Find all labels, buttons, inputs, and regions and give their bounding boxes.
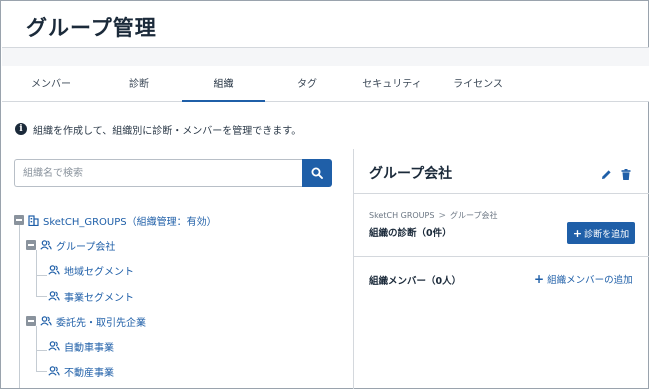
tree-item[interactable]: 事業セグメント [48,287,134,305]
plus-icon: + [534,272,545,286]
group-title: グループ会社 [369,166,453,182]
add-diagnosis-label: 診断を追加 [584,229,630,240]
tree-connector [36,296,47,297]
breadcrumb-item[interactable]: SketCH GROUPS [369,211,434,220]
header-gap [2,48,649,66]
search-button[interactable] [302,159,332,187]
add-member-link[interactable]: + 組織メンバーの追加 [534,272,633,286]
tree-item[interactable]: 自動車事業 [48,337,114,355]
diagnosis-count-label: 組織の診断（0件） [369,228,452,239]
tree-item-label: 事業セグメント [64,292,134,304]
users-icon [48,341,60,351]
members-count-label: 組織メンバー（0人） [369,276,462,287]
building-icon [28,214,39,226]
collapse-icon[interactable] [26,240,36,250]
collapse-icon[interactable] [26,316,36,326]
tree-item[interactable]: 地域セグメント [48,261,134,279]
pencil-icon[interactable] [601,165,612,184]
tree-root[interactable]: SketCH_GROUPS（組織管理：有効） [14,211,217,229]
chevron-right-icon: > [438,210,446,221]
users-icon [40,316,52,326]
breadcrumb-item: グループ会社 [450,211,498,220]
tree-group[interactable]: 委託先・取引先企業 [26,312,146,330]
add-diagnosis-button[interactable]: + 診断を追加 [567,222,635,244]
tab-organization[interactable]: 組織 [182,66,265,102]
tree-root-label: SketCH_GROUPS（組織管理：有効） [43,216,217,228]
page-header: グループ管理 [2,2,649,48]
users-icon [40,240,52,250]
tab-tags[interactable]: タグ [272,66,342,102]
breadcrumb: SketCH GROUPS > グループ会社 [369,210,498,221]
search-icon [311,167,323,179]
tree-group[interactable]: グループ会社 [26,236,115,254]
tree-connector [36,326,37,372]
tab-diagnosis[interactable]: 診断 [104,66,174,102]
info-message: i 組織を作成して、組織別に診断・メンバーを管理できます。 [15,122,302,137]
tree-item-label: 自動車事業 [64,342,114,354]
org-search [14,159,332,187]
users-icon [48,291,60,301]
tree-item-label: 不動産事業 [64,367,114,379]
tree-connector [36,275,47,276]
app-frame: グループ管理 メンバー 診断 組織 タグ セキュリティ ライセンス i 組織を作… [0,0,649,389]
collapse-icon[interactable] [14,215,24,225]
page-title: グループ管理 [26,16,157,40]
tree-connector [36,350,47,351]
tree-connector [19,225,20,388]
group-detail-panel: グループ会社 SketCH GROUPS > グループ会社 組織の診断（0件） … [354,149,649,389]
tree-connector [36,250,37,297]
info-text: 組織を作成して、組織別に診断・メンバーを管理できます。 [33,125,302,137]
trash-icon[interactable] [621,165,631,184]
tab-security[interactable]: セキュリティ [350,66,434,102]
tree-group-label: 委託先・取引先企業 [56,317,146,329]
tab-bar: メンバー 診断 組織 タグ セキュリティ ライセンス [2,66,649,102]
users-icon [48,366,60,376]
tree-item[interactable]: 不動産事業 [48,362,114,380]
add-member-label: 組織メンバーの追加 [547,275,633,286]
plus-icon: + [572,226,583,240]
divider [354,256,649,257]
search-input[interactable] [14,159,302,187]
info-icon: i [15,123,27,135]
tab-members[interactable]: メンバー [16,66,86,102]
divider [354,193,649,194]
tree-group-label: グループ会社 [56,241,116,253]
tree-item-label: 地域セグメント [64,266,134,278]
users-icon [48,265,60,275]
tree-connector [36,371,47,372]
tab-license[interactable]: ライセンス [438,66,518,102]
